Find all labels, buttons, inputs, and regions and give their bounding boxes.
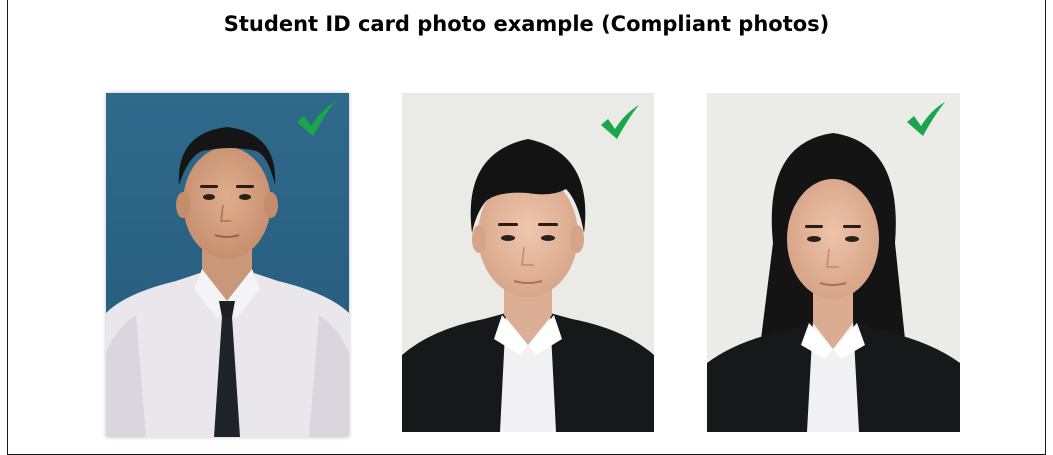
page-title: Student ID card photo example (Compliant… (223, 12, 830, 36)
check-mark-icon (905, 100, 947, 143)
check-mark-icon (295, 100, 337, 143)
check-mark-icon (599, 103, 641, 146)
photo-example-3 (707, 93, 960, 432)
photo-example-1 (106, 93, 349, 437)
